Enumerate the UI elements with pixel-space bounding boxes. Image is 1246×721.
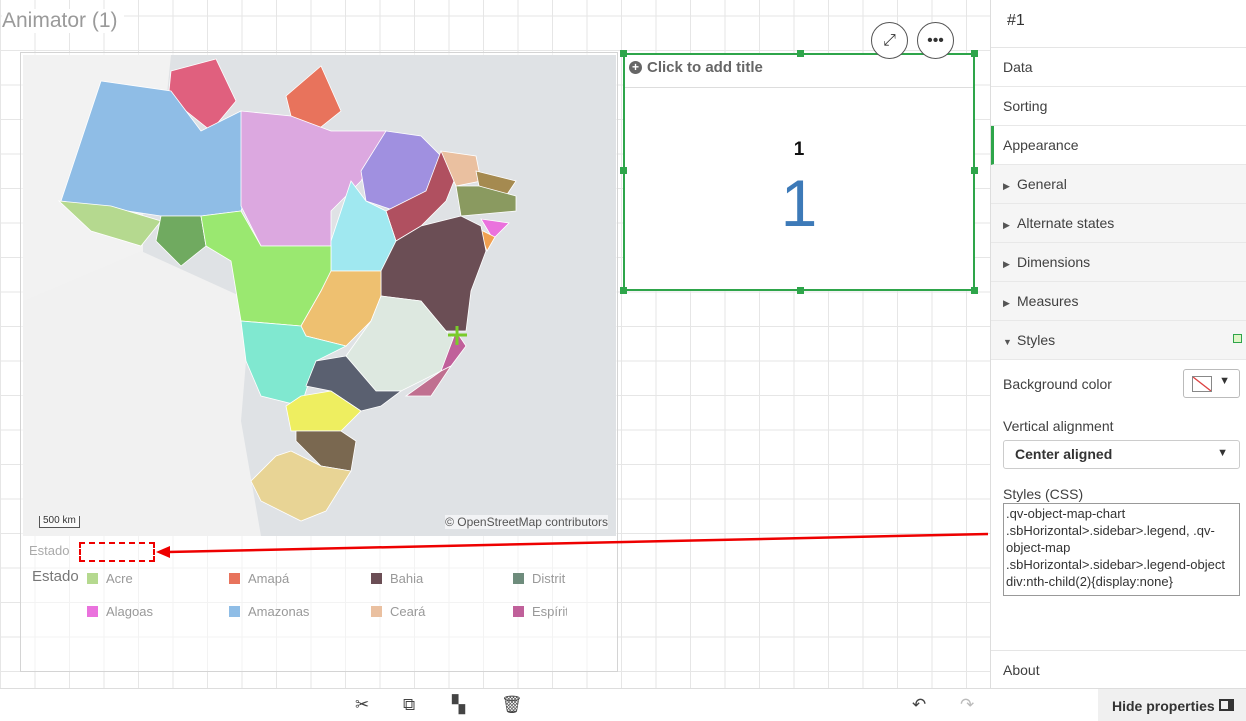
sheet-canvas: Animator (1) 500 km © OpenStreetMap cont… <box>0 0 990 688</box>
legend-swatch <box>87 573 98 584</box>
caret-down-icon: ▼ <box>1003 337 1012 347</box>
select-value: Center aligned <box>1015 446 1113 462</box>
section-label: Measures <box>1017 293 1079 309</box>
drag-indicator-icon <box>1233 334 1242 343</box>
section-label: Alternate states <box>1017 215 1115 231</box>
expand-icon: ⤢ <box>883 31 896 49</box>
expand-button[interactable]: ⤢ <box>871 22 908 59</box>
resize-handle[interactable] <box>797 50 804 57</box>
sheet-title: Animator (1) <box>2 9 124 33</box>
legend-label: Amapá <box>248 571 290 586</box>
resize-handle[interactable] <box>620 287 627 294</box>
no-color-swatch-icon <box>1192 376 1212 392</box>
legend-label: Bahia <box>390 571 424 586</box>
legend-item[interactable]: Espírit <box>513 604 567 619</box>
legend-label: Acre <box>106 571 133 586</box>
legend-header: Estado <box>29 543 70 558</box>
paste-icon[interactable]: ▚ <box>452 695 465 715</box>
annotation-highlight-box <box>79 542 155 562</box>
dropdown-arrow-icon: ▼ <box>1219 375 1230 387</box>
vertical-alignment-select[interactable]: Center aligned ▼ <box>1003 440 1240 469</box>
text-image-object[interactable]: + Click to add title 1 1 <box>620 50 978 294</box>
kpi-value: 1 <box>780 166 818 240</box>
state-rondonia <box>155 215 207 267</box>
map-attribution[interactable]: © OpenStreetMap contributors <box>445 515 608 529</box>
caret-right-icon: ▶ <box>1003 259 1010 269</box>
legend-item[interactable]: Amapá <box>229 571 289 586</box>
legend-swatch <box>229 606 240 617</box>
panel-toggle-icon <box>1219 699 1234 711</box>
map-scale: 500 km <box>39 516 80 528</box>
title-placeholder: Click to add title <box>647 59 763 76</box>
properties-panel: #1 Data Sorting Appearance ▶ General ▶ Alt… <box>990 0 1246 688</box>
styles-css-input[interactable]: .qv-object-map-chart .sbHorizontal>.side… <box>1003 503 1240 596</box>
legend-item[interactable]: Distrit <box>513 571 565 586</box>
background-color-picker[interactable]: ▼ <box>1183 369 1240 398</box>
cut-icon[interactable]: ✂ <box>355 695 369 715</box>
legend-swatch <box>371 606 382 617</box>
legend-label: Ceará <box>390 604 426 619</box>
resize-handle[interactable] <box>971 287 978 294</box>
section-measures[interactable]: ▶ Measures <box>991 282 1246 321</box>
section-label: Dimensions <box>1017 254 1091 270</box>
legend: Acre Alagoas Amapá Amazonas Bahia Ceará Distri… <box>87 569 567 639</box>
divider <box>625 87 973 88</box>
styles-css-label: Styles (CSS) <box>1003 486 1084 502</box>
legend-swatch <box>371 573 382 584</box>
legend-label: Distrit <box>532 571 566 586</box>
add-title[interactable]: + Click to add title <box>629 59 763 76</box>
legend-title: Estado <box>32 568 79 585</box>
kpi-label: 1 <box>793 139 805 160</box>
legend-swatch <box>513 573 524 584</box>
brazil-map <box>23 55 517 536</box>
panel-header: #1 <box>991 0 1246 48</box>
legend-label: Espírit <box>532 604 567 619</box>
resize-handle[interactable] <box>971 50 978 57</box>
legend-item[interactable]: Amazonas <box>229 604 309 619</box>
section-label: Styles <box>1017 332 1056 348</box>
vertical-alignment-label: Vertical alignment <box>1003 418 1114 434</box>
legend-swatch <box>513 606 524 617</box>
section-styles[interactable]: ▼ Styles <box>991 321 1246 360</box>
resize-handle[interactable] <box>797 287 804 294</box>
bottom-toolbar: ✂ ⧉ ▚ 🗑 ↶ ↷ Hide properties <box>0 688 1246 721</box>
plus-icon: + <box>629 61 642 74</box>
legend-item[interactable]: Ceará <box>371 604 425 619</box>
caret-right-icon: ▶ <box>1003 220 1010 230</box>
background-color-label: Background color <box>1003 376 1112 392</box>
about-link[interactable]: About <box>991 650 1246 688</box>
caret-right-icon: ▶ <box>1003 181 1010 191</box>
section-general[interactable]: ▶ General <box>991 165 1246 204</box>
more-icon: ••• <box>927 31 944 49</box>
legend-item[interactable]: Acre <box>87 571 133 586</box>
tab-sorting[interactable]: Sorting <box>991 87 1246 126</box>
dropdown-arrow-icon: ▼ <box>1217 447 1228 459</box>
tab-appearance[interactable]: Appearance <box>991 126 1246 165</box>
legend-item[interactable]: Alagoas <box>87 604 153 619</box>
copy-icon[interactable]: ⧉ <box>403 695 415 715</box>
delete-icon[interactable]: 🗑 <box>501 695 523 715</box>
section-alternate-states[interactable]: ▶ Alternate states <box>991 204 1246 243</box>
legend-swatch <box>229 573 240 584</box>
map-chart[interactable]: 500 km © OpenStreetMap contributors Esta… <box>20 52 618 672</box>
more-options-button[interactable]: ••• <box>917 22 954 59</box>
hide-properties-button[interactable]: Hide properties <box>1098 689 1246 721</box>
section-label: General <box>1017 176 1067 192</box>
tab-data[interactable]: Data <box>991 48 1246 87</box>
resize-handle[interactable] <box>620 50 627 57</box>
legend-item[interactable]: Bahia <box>371 571 423 586</box>
undo-icon[interactable]: ↶ <box>912 695 926 715</box>
caret-right-icon: ▶ <box>1003 298 1010 308</box>
legend-swatch <box>87 606 98 617</box>
legend-label: Alagoas <box>106 604 153 619</box>
hide-properties-label: Hide properties <box>1112 698 1215 714</box>
redo-icon[interactable]: ↷ <box>960 695 974 715</box>
legend-label: Amazonas <box>248 604 310 619</box>
map-area[interactable]: 500 km © OpenStreetMap contributors <box>23 55 616 536</box>
section-dimensions[interactable]: ▶ Dimensions <box>991 243 1246 282</box>
